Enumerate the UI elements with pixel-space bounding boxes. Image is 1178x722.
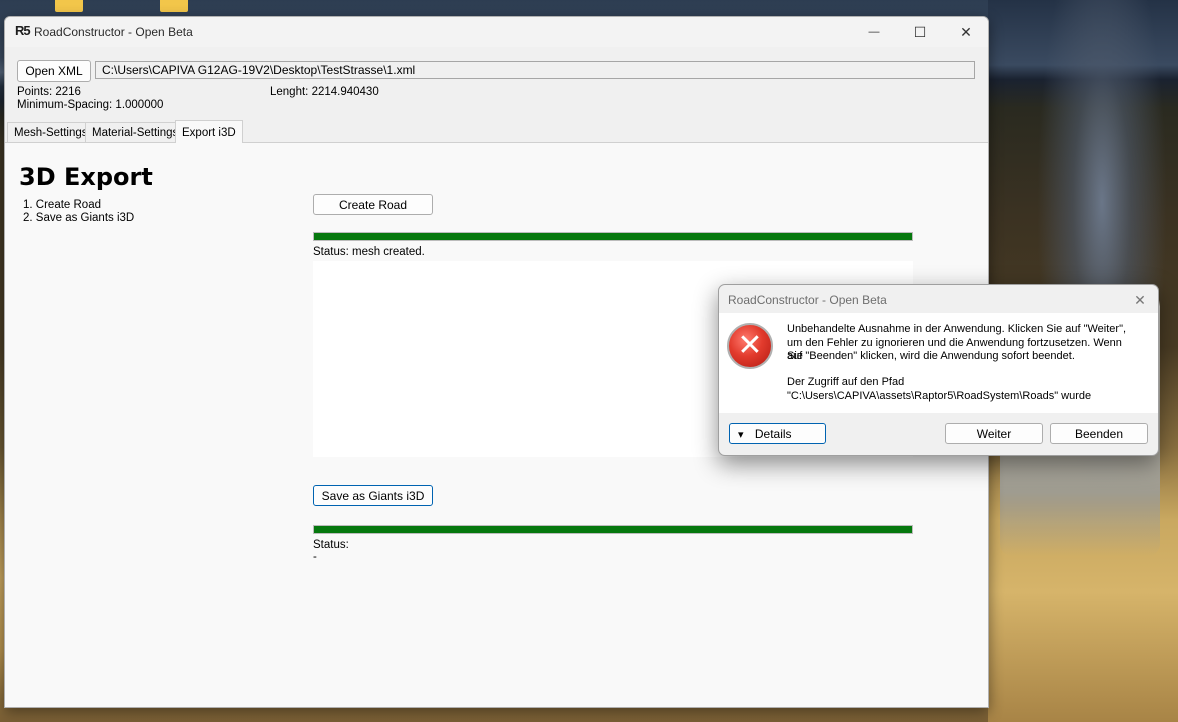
minimize-button[interactable]: — xyxy=(851,17,897,47)
dialog-title: RoadConstructor - Open Beta xyxy=(728,293,887,307)
page-title: 3D Export xyxy=(19,163,153,191)
create-status-text: Status: mesh created. xyxy=(313,246,425,258)
save-status-text: Status: xyxy=(313,539,349,551)
beenden-button[interactable]: Beenden xyxy=(1050,423,1148,444)
error-icon: ✕ xyxy=(727,323,773,369)
maximize-button[interactable]: ☐ xyxy=(897,17,943,47)
minimum-spacing-label: Minimum-Spacing: 1.000000 xyxy=(17,99,164,111)
save-progress-bar xyxy=(313,525,913,534)
create-road-button[interactable]: Create Road xyxy=(313,194,433,215)
create-progress-fill xyxy=(314,233,912,240)
step-create-road: 1. Create Road xyxy=(23,199,101,211)
file-path-field[interactable]: C:\Users\CAPIVA G12AG-19V2\Desktop\TestS… xyxy=(95,61,975,79)
points-label: Points: 2216 xyxy=(17,86,81,98)
error-message-line-1: Unbehandelte Ausnahme in der Anwendung. … xyxy=(787,323,1127,335)
window-title: RoadConstructor - Open Beta xyxy=(34,25,193,39)
dialog-body: ✕ Unbehandelte Ausnahme in der Anwendung… xyxy=(719,313,1158,413)
dialog-close-button[interactable]: ✕ xyxy=(1130,290,1150,310)
desktop-icon[interactable] xyxy=(55,0,83,12)
save-progress-fill xyxy=(314,526,912,533)
details-button[interactable]: ▾ Details xyxy=(729,423,826,444)
tab-material-settings[interactable]: Material-Settings xyxy=(85,122,186,142)
create-progress-bar xyxy=(313,232,913,241)
chevron-down-icon: ▾ xyxy=(738,429,744,441)
save-giants-i3d-button[interactable]: Save as Giants i3D xyxy=(313,485,433,506)
error-detail-line-1: Der Zugriff auf den Pfad xyxy=(787,376,905,388)
step-save-i3d: 2. Save as Giants i3D xyxy=(23,212,135,224)
error-detail-line-2: "C:\Users\CAPIVA\assets\Raptor5\RoadSyst… xyxy=(787,389,1092,402)
close-button[interactable]: ✕ xyxy=(943,17,988,47)
error-dialog: RoadConstructor - Open Beta ✕ ✕ Unbehand… xyxy=(718,284,1159,456)
app-logo-icon: R5 xyxy=(15,23,31,38)
title-bar[interactable]: R5 RoadConstructor - Open Beta — ☐ ✕ xyxy=(5,17,988,47)
save-status-detail: - xyxy=(313,551,317,563)
tab-export-i3d[interactable]: Export i3D xyxy=(175,120,243,143)
length-label: Lenght: 2214.940430 xyxy=(270,86,379,98)
desktop-folder-icon[interactable] xyxy=(160,0,188,12)
error-message-line-3: auf "Beenden" klicken, wird die Anwendun… xyxy=(787,350,1075,362)
tab-mesh-settings[interactable]: Mesh-Settings xyxy=(7,122,95,142)
weiter-button[interactable]: Weiter xyxy=(945,423,1043,444)
open-xml-button[interactable]: Open XML xyxy=(17,60,91,82)
details-label: Details xyxy=(754,427,792,441)
